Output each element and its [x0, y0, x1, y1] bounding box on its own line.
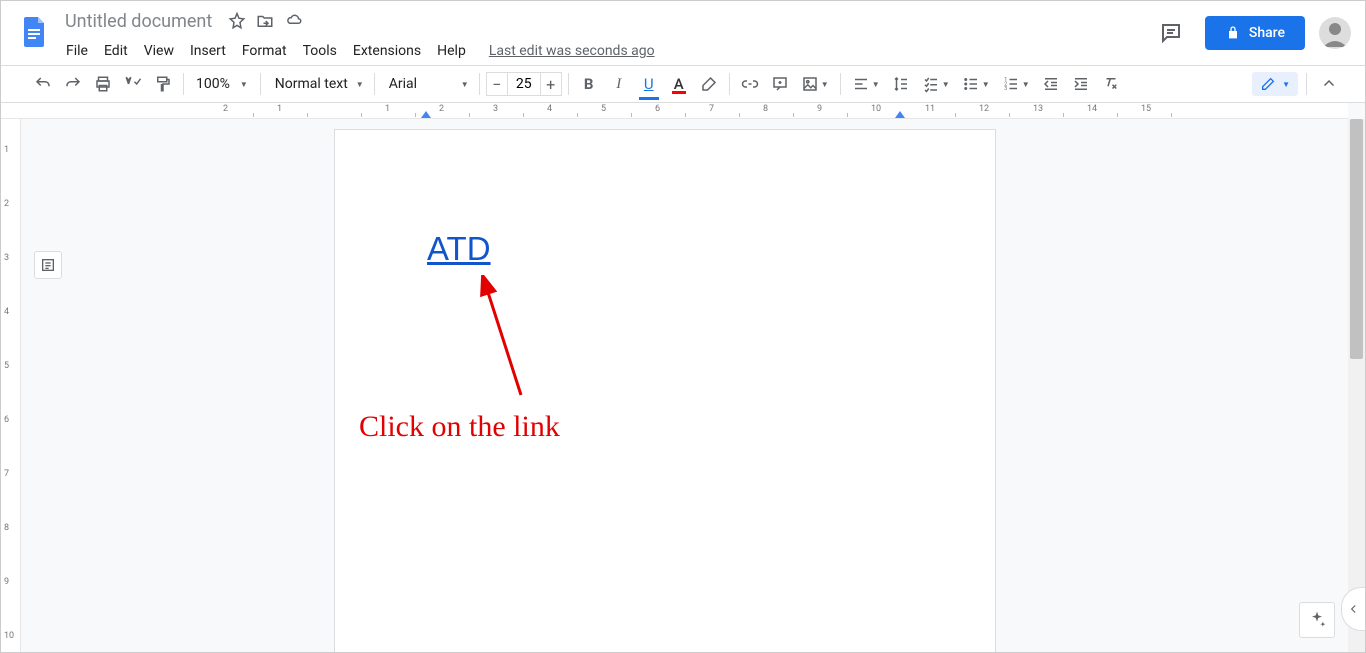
horizontal-ruler[interactable] — [1, 103, 1348, 119]
menu-tools[interactable]: Tools — [296, 39, 344, 63]
star-icon[interactable] — [228, 12, 246, 30]
share-label: Share — [1249, 25, 1285, 41]
document-page[interactable]: ATD Click on the link — [334, 129, 996, 652]
lock-icon — [1225, 25, 1241, 41]
italic-button[interactable]: I — [605, 71, 633, 97]
vertical-ruler[interactable]: 12345678910 — [1, 119, 21, 652]
underline-button[interactable]: U — [635, 71, 663, 97]
account-avatar[interactable] — [1319, 17, 1351, 49]
font-dropdown[interactable]: Arial▼ — [381, 76, 473, 92]
fontsize-increase-button[interactable]: + — [540, 72, 562, 96]
menu-view[interactable]: View — [137, 39, 181, 63]
bullet-list-button[interactable]: ▼ — [957, 71, 995, 97]
add-comment-button[interactable] — [766, 71, 794, 97]
vertical-scrollbar[interactable] — [1348, 119, 1365, 652]
scrollbar-thumb[interactable] — [1350, 119, 1363, 359]
checklist-button[interactable]: ▼ — [917, 71, 955, 97]
doc-title[interactable]: Untitled document — [59, 9, 218, 34]
move-icon[interactable] — [256, 12, 274, 30]
share-button[interactable]: Share — [1205, 16, 1305, 50]
insert-image-button[interactable]: ▼ — [796, 71, 834, 97]
explore-button[interactable] — [1299, 602, 1335, 638]
menu-edit[interactable]: Edit — [97, 39, 135, 63]
redo-button[interactable] — [59, 71, 87, 97]
last-edit-link[interactable]: Last edit was seconds ago — [489, 43, 655, 59]
line-spacing-button[interactable] — [887, 71, 915, 97]
styles-dropdown[interactable]: Normal text▼ — [267, 76, 368, 92]
print-button[interactable] — [89, 71, 117, 97]
annotation-arrow — [477, 275, 537, 405]
zoom-dropdown[interactable]: 100%▼ — [190, 76, 254, 92]
menu-file[interactable]: File — [59, 39, 95, 63]
toolbar: 100%▼ Normal text▼ Arial▼ − + B I U A ▼ … — [1, 65, 1365, 103]
decrease-indent-button[interactable] — [1037, 71, 1065, 97]
undo-button[interactable] — [29, 71, 57, 97]
svg-text:3: 3 — [1004, 86, 1007, 92]
document-hyperlink[interactable]: ATD — [427, 230, 491, 268]
comment-history-button[interactable] — [1151, 13, 1191, 53]
menu-help[interactable]: Help — [430, 39, 473, 63]
insert-link-button[interactable] — [736, 71, 764, 97]
hide-menus-button[interactable] — [1315, 71, 1343, 97]
bold-button[interactable]: B — [575, 71, 603, 97]
menu-insert[interactable]: Insert — [183, 39, 233, 63]
cloud-status-icon[interactable] — [284, 12, 304, 30]
annotation-text: Click on the link — [359, 410, 560, 444]
right-indent-marker[interactable] — [895, 111, 905, 118]
fontsize-decrease-button[interactable]: − — [486, 72, 508, 96]
left-indent-marker[interactable] — [421, 111, 431, 118]
paint-format-button[interactable] — [149, 71, 177, 97]
text-color-button[interactable]: A — [665, 71, 693, 97]
clear-formatting-button[interactable] — [1097, 71, 1125, 97]
numbered-list-button[interactable]: 123▼ — [997, 71, 1035, 97]
menu-extensions[interactable]: Extensions — [346, 39, 428, 63]
fontsize-input[interactable] — [508, 72, 540, 96]
editing-mode-button[interactable]: ▼ — [1252, 72, 1298, 96]
menu-format[interactable]: Format — [235, 39, 294, 63]
highlight-button[interactable] — [695, 71, 723, 97]
pencil-icon — [1260, 76, 1276, 92]
docs-logo[interactable] — [15, 11, 55, 51]
align-button[interactable]: ▼ — [847, 71, 885, 97]
increase-indent-button[interactable] — [1067, 71, 1095, 97]
spellcheck-button[interactable] — [119, 71, 147, 97]
